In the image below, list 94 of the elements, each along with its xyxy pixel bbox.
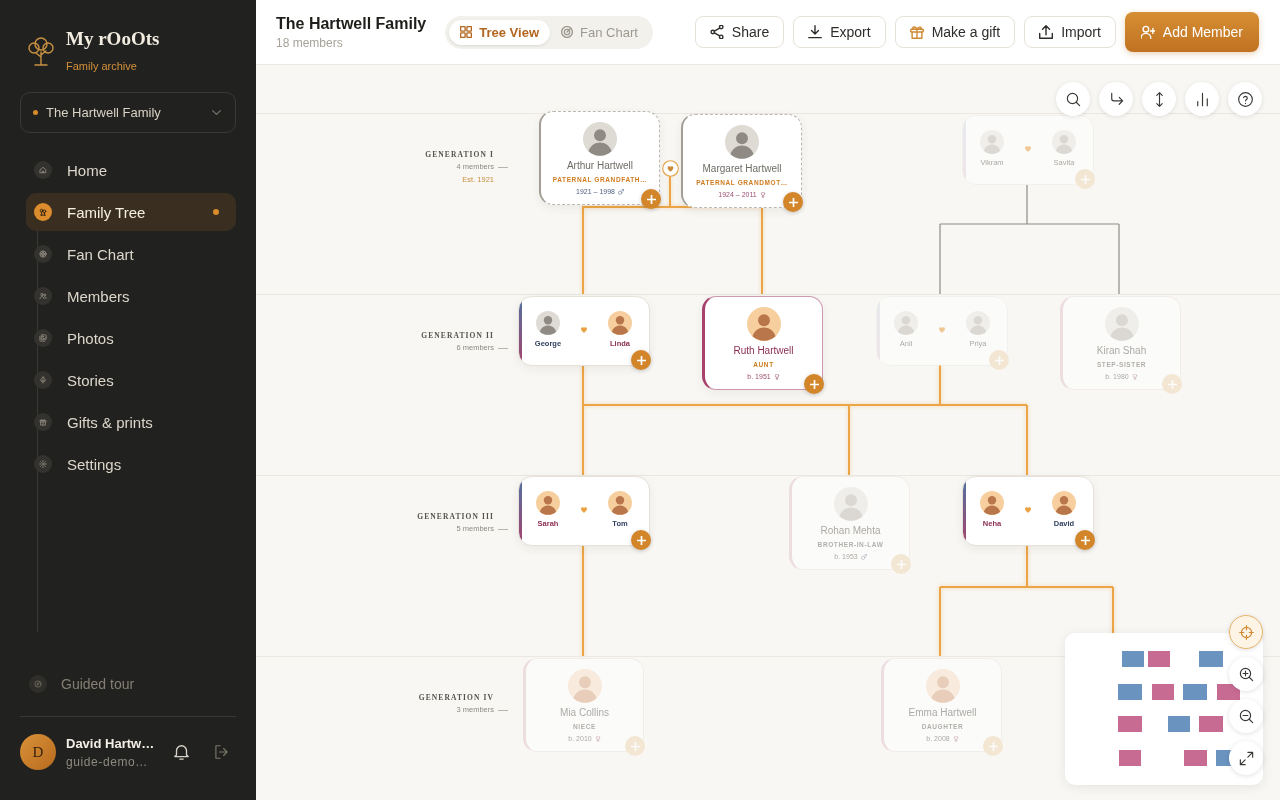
plus-icon — [988, 741, 998, 751]
user-plus-icon — [1140, 25, 1155, 39]
plus-icon — [809, 379, 819, 389]
add-relative-button[interactable] — [804, 374, 824, 394]
sidebar-nav-item[interactable]: Members — [26, 277, 236, 315]
home-icon — [34, 161, 52, 179]
tree-logo-icon — [28, 37, 54, 66]
view-tab[interactable]: Tree View — [449, 19, 550, 45]
plus-icon — [788, 197, 798, 207]
bar-chart-button[interactable] — [1185, 82, 1219, 116]
sidebar-nav-item[interactable]: Stories — [26, 361, 236, 399]
crosshair-button[interactable] — [1229, 615, 1263, 649]
bar-chart-icon — [1194, 91, 1210, 107]
family-dot-icon — [33, 110, 38, 115]
app-tagline: Family archive — [66, 59, 138, 73]
sidebar-nav-item[interactable]: Photos — [26, 319, 236, 357]
minimap-node — [1199, 716, 1223, 732]
family-title: The Hartwell Family — [276, 13, 427, 34]
sidebar-nav-item[interactable]: Home — [26, 151, 236, 189]
person-name: Emma Hartwell — [908, 707, 977, 719]
download-icon — [808, 25, 823, 39]
heart-icon — [581, 507, 587, 513]
plus-icon — [1080, 174, 1090, 184]
plus-icon — [1080, 535, 1090, 545]
help-button[interactable] — [1228, 82, 1262, 116]
member-count: 18 members — [276, 34, 344, 51]
plus-icon — [994, 355, 1004, 365]
zoom-in-icon — [1238, 666, 1254, 682]
add-relative-button[interactable] — [631, 530, 651, 550]
sidebar-nav-item[interactable]: Settings — [26, 445, 236, 483]
chevron-down-icon — [212, 110, 221, 115]
minimap-node — [1148, 651, 1170, 667]
import-button[interactable]: Import — [1024, 16, 1116, 48]
logout-icon[interactable] — [215, 745, 228, 759]
gift-icon — [909, 25, 924, 39]
expand-icon — [1238, 750, 1254, 766]
search-icon — [1065, 91, 1081, 107]
sidebar-nav-item[interactable]: Gifts & prints — [26, 403, 236, 441]
guided-tour-button[interactable]: Guided tour — [20, 669, 236, 699]
help-icon — [1237, 91, 1253, 107]
plus-icon — [896, 559, 906, 569]
gift-button[interactable]: Make a gift — [894, 16, 1016, 48]
add-relative-button[interactable] — [1075, 530, 1095, 550]
person-name: Mia Collins — [560, 707, 609, 719]
corner-arrow-icon — [1108, 91, 1124, 107]
heart-icon — [581, 327, 587, 333]
plus-icon — [630, 741, 640, 751]
search-button[interactable] — [1056, 82, 1090, 116]
heart-icon — [1025, 146, 1031, 152]
upload-icon — [1039, 25, 1054, 39]
vertical-arrows-button[interactable] — [1142, 82, 1176, 116]
heart-icon — [1025, 507, 1031, 513]
minimap-node — [1118, 716, 1142, 732]
app-name: My rOoOts — [66, 28, 160, 50]
minimap-node — [1118, 684, 1142, 700]
export-button[interactable]: Export — [793, 16, 886, 48]
person-name: Arthur Hartwell — [566, 160, 634, 172]
family-selector[interactable]: The Hartwell Family — [20, 92, 236, 133]
compass-icon — [29, 675, 47, 693]
minimap-node — [1168, 716, 1190, 732]
user-email: guide-demo… — [66, 753, 149, 770]
crosshair-icon — [1238, 624, 1254, 640]
tree-icon — [34, 203, 52, 221]
user-name: David Hartw… — [66, 734, 156, 752]
radar-icon — [561, 26, 573, 38]
add-relative-button[interactable] — [783, 192, 803, 212]
minimap-node — [1184, 750, 1207, 766]
person-name: Ruth Hartwell — [733, 345, 794, 357]
person-name: Rohan Mehta — [820, 525, 881, 537]
bell-icon[interactable] — [174, 744, 189, 760]
minimap-node — [1122, 651, 1144, 667]
plus-icon — [1167, 379, 1177, 389]
share-button[interactable]: Share — [694, 16, 785, 48]
user-avatar: D — [20, 734, 56, 770]
person-name: Margaret Hartwell — [702, 163, 782, 175]
share-icon — [709, 25, 724, 39]
minimap-node — [1152, 684, 1174, 700]
minimap-node — [1217, 684, 1240, 700]
zoom-out-icon — [1238, 708, 1254, 724]
heart-icon — [939, 327, 945, 333]
add-relative-button[interactable] — [641, 189, 661, 209]
grid-icon — [460, 26, 473, 38]
plus-icon — [636, 355, 646, 365]
minimap-node — [1199, 651, 1223, 667]
sidebar-nav-item[interactable]: Fan Chart — [26, 235, 236, 273]
person-name: Kiran Shah — [1096, 345, 1147, 357]
plus-icon — [646, 194, 656, 204]
sidebar-nav-item[interactable]: Family Tree — [26, 193, 236, 231]
add-relative-button[interactable] — [631, 350, 651, 370]
active-dot-icon — [213, 209, 219, 215]
minimap-node — [1119, 750, 1141, 766]
turn-arrow-button[interactable] — [1099, 82, 1133, 116]
minimap-node — [1183, 684, 1207, 700]
plus-icon — [636, 535, 646, 545]
